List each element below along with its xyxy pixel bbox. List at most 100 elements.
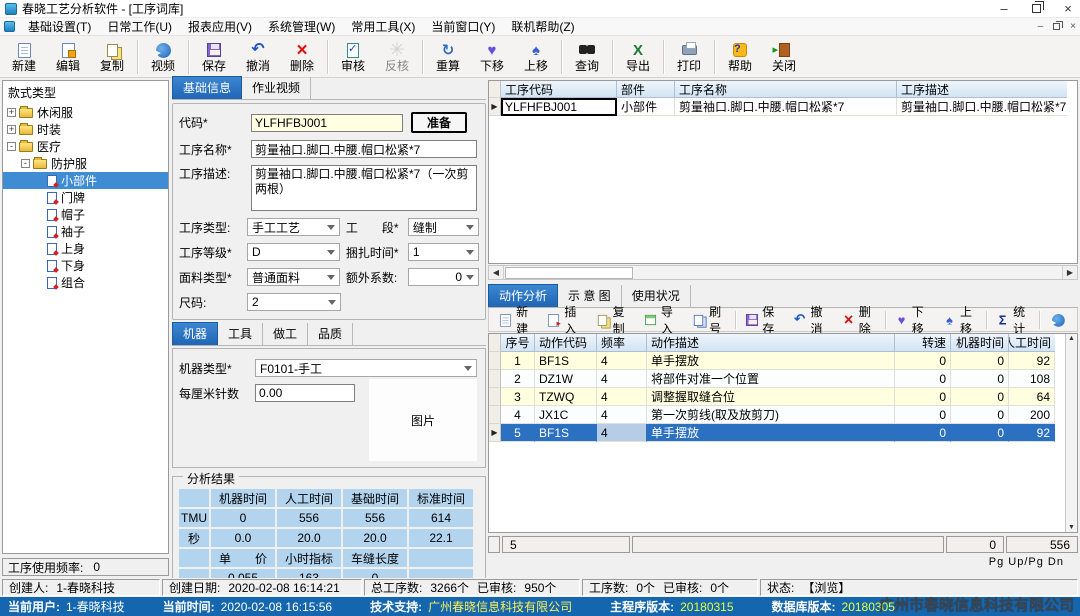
tab-tool[interactable]: 工具 <box>218 323 263 345</box>
stage-select[interactable]: 缝制 <box>408 218 479 236</box>
help-button[interactable]: ?帮助 <box>718 37 762 77</box>
action-save-button[interactable]: 保存 <box>738 309 786 331</box>
tree-item-combination[interactable]: 组合 <box>3 274 168 291</box>
undo-button[interactable]: ↶撤消 <box>236 37 280 77</box>
horizontal-scrollbar[interactable]: ◀ ▶ <box>488 265 1078 280</box>
expand-icon[interactable]: + <box>7 108 16 117</box>
action-new-button[interactable]: 新建 <box>492 309 540 331</box>
tree-item-lower-body[interactable]: 下身 <box>3 257 168 274</box>
action-move-down-button[interactable]: ♥下移 <box>888 309 936 331</box>
action-insert-button[interactable]: 插入 <box>540 309 588 331</box>
restore-button[interactable] <box>1029 2 1043 16</box>
collapse-icon[interactable]: - <box>7 142 16 151</box>
menu-item-tools[interactable]: 常用工具(X) <box>343 18 423 36</box>
menu-item-base-settings[interactable]: 基础设置(T) <box>20 18 99 36</box>
move-down-button[interactable]: ♥下移 <box>470 37 514 77</box>
bundle-time-select[interactable]: 1 <box>408 243 479 261</box>
prepare-button[interactable]: 准备 <box>411 112 467 133</box>
tree-item-casual[interactable]: +休闲服 <box>3 104 168 121</box>
cell-process-code[interactable]: YLFHFBJ001 <box>501 98 617 116</box>
edit-button[interactable]: 编辑 <box>46 37 90 77</box>
tree-item-fashion[interactable]: +时装 <box>3 121 168 138</box>
action-import-button[interactable]: 导入 <box>637 309 685 331</box>
action-code-header[interactable]: 动作代码 <box>535 334 597 352</box>
process-desc-textarea[interactable]: 剪量袖口.脚口.中腰.帽口松紧*7（一次剪两根） <box>251 165 477 211</box>
new-button[interactable]: 新建 <box>2 37 46 77</box>
query-button[interactable]: 查询 <box>565 37 609 77</box>
scroll-up-icon[interactable]: ▲ <box>1068 335 1075 342</box>
tree-item-small-parts[interactable]: 小部件 <box>3 172 168 189</box>
process-table-row[interactable]: ▶ YLFHFBJ001 小部件 剪量袖口.脚口.中腰.帽口松紧*7 剪量袖口.… <box>489 98 1077 116</box>
action-row[interactable]: 1 BF1S 4 单手摆放 0 0 92 <box>489 352 1077 370</box>
close-button[interactable]: × <box>1061 2 1075 16</box>
recalculate-button[interactable]: ↻重算 <box>426 37 470 77</box>
grade-select[interactable]: D <box>247 243 340 261</box>
tree-item-protective[interactable]: -防护服 <box>3 155 168 172</box>
expand-icon[interactable]: + <box>7 125 16 134</box>
speed-header[interactable]: 转速 <box>895 334 951 352</box>
tree-item-medical[interactable]: -医疗 <box>3 138 168 155</box>
tree-item-upper-body[interactable]: 上身 <box>3 240 168 257</box>
action-play-button[interactable] <box>1042 309 1074 331</box>
tab-operation-video[interactable]: 作业视频 <box>242 77 311 99</box>
tree-item-sleeve[interactable]: 袖子 <box>3 223 168 240</box>
tab-basic-info[interactable]: 基础信息 <box>172 76 242 99</box>
action-renumber-button[interactable]: 刷号 <box>685 309 733 331</box>
tab-quality[interactable]: 品质 <box>308 323 353 345</box>
print-button[interactable]: 打印 <box>667 37 711 77</box>
scroll-left-icon[interactable]: ◀ <box>489 266 504 279</box>
tree-item-hat[interactable]: 帽子 <box>3 206 168 223</box>
action-statistics-button[interactable]: Σ统计 <box>989 309 1037 331</box>
action-row[interactable]: 3 TZWQ 4 调整握取缝合位 0 0 64 <box>489 388 1077 406</box>
action-move-up-button[interactable]: ♠上移 <box>936 309 984 331</box>
cell-part[interactable]: 小部件 <box>617 98 675 116</box>
labor-time-header[interactable]: 人工时间 <box>1009 334 1055 352</box>
fabric-type-select[interactable]: 普通面料 <box>247 268 340 286</box>
action-undo-button[interactable]: ↶撤消 <box>786 309 834 331</box>
copy-button[interactable]: 复制 <box>90 37 134 77</box>
scroll-right-icon[interactable]: ▶ <box>1062 266 1077 279</box>
scroll-down-icon[interactable]: ▼ <box>1068 524 1075 531</box>
mdi-minimize-button[interactable]: – <box>1038 21 1044 32</box>
process-code-header[interactable]: 工序代码 <box>501 81 617 98</box>
tab-usage-status[interactable]: 使用状况 <box>622 285 691 307</box>
scrollbar-thumb[interactable] <box>505 267 633 279</box>
mdi-restore-button[interactable] <box>1053 23 1060 30</box>
part-header[interactable]: 部件 <box>617 81 675 98</box>
menu-item-current-window[interactable]: 当前窗口(Y) <box>423 18 503 36</box>
process-name-header[interactable]: 工序名称 <box>675 81 897 98</box>
code-input[interactable]: YLFHFBJ001 <box>251 114 403 132</box>
menu-item-system[interactable]: 系统管理(W) <box>260 18 343 36</box>
action-row-selected[interactable]: ▶ 5 BF1S 4 单手摆放 0 0 92 <box>489 424 1077 442</box>
action-desc-header[interactable]: 动作描述 <box>647 334 895 352</box>
cell-process-name[interactable]: 剪量袖口.脚口.中腰.帽口松紧*7 <box>675 98 897 116</box>
vertical-scrollbar[interactable]: ▲▼ <box>1065 334 1077 532</box>
cell-process-desc[interactable]: 剪量袖口.脚口.中腰.帽口松紧*7（一次剪两根） <box>897 98 1067 116</box>
tab-workmanship[interactable]: 做工 <box>263 323 308 345</box>
seq-header[interactable]: 序号 <box>501 334 535 352</box>
save-button[interactable]: 保存 <box>192 37 236 77</box>
delete-button[interactable]: ×删除 <box>280 37 324 77</box>
menu-item-reports[interactable]: 报表应用(V) <box>180 18 260 36</box>
process-desc-header[interactable]: 工序描述 <box>897 81 1067 98</box>
mdi-close-button[interactable]: × <box>1070 21 1076 32</box>
menu-item-help[interactable]: 联机帮助(Z) <box>503 18 582 36</box>
tab-machine[interactable]: 机器 <box>172 322 218 345</box>
audit-button[interactable]: ✓审核 <box>331 37 375 77</box>
action-delete-button[interactable]: ×删除 <box>835 309 883 331</box>
tree-item-door-plate[interactable]: 门牌 <box>3 189 168 206</box>
close-window-button[interactable]: 关闭 <box>762 37 806 77</box>
extra-factor-select[interactable]: 0 <box>408 268 479 286</box>
action-row[interactable]: 2 DZ1W 4 将部件对准一个位置 0 0 108 <box>489 370 1077 388</box>
frequency-header[interactable]: 频率 <box>597 334 647 352</box>
export-button[interactable]: X导出 <box>616 37 660 77</box>
action-copy-button[interactable]: 复制 <box>589 309 637 331</box>
minimize-button[interactable]: – <box>997 2 1011 16</box>
collapse-icon[interactable]: - <box>21 159 30 168</box>
action-row[interactable]: 4 JX1C 4 第一次剪线(取及放剪刀) 0 0 200 <box>489 406 1077 424</box>
process-name-input[interactable]: 剪量袖口.脚口.中腰.帽口松紧*7 <box>251 140 477 158</box>
move-up-button[interactable]: ♠上移 <box>514 37 558 77</box>
video-button[interactable]: 视频 <box>141 37 185 77</box>
stitches-per-cm-input[interactable]: 0.00 <box>255 384 355 402</box>
process-type-select[interactable]: 手工工艺 <box>247 218 340 236</box>
